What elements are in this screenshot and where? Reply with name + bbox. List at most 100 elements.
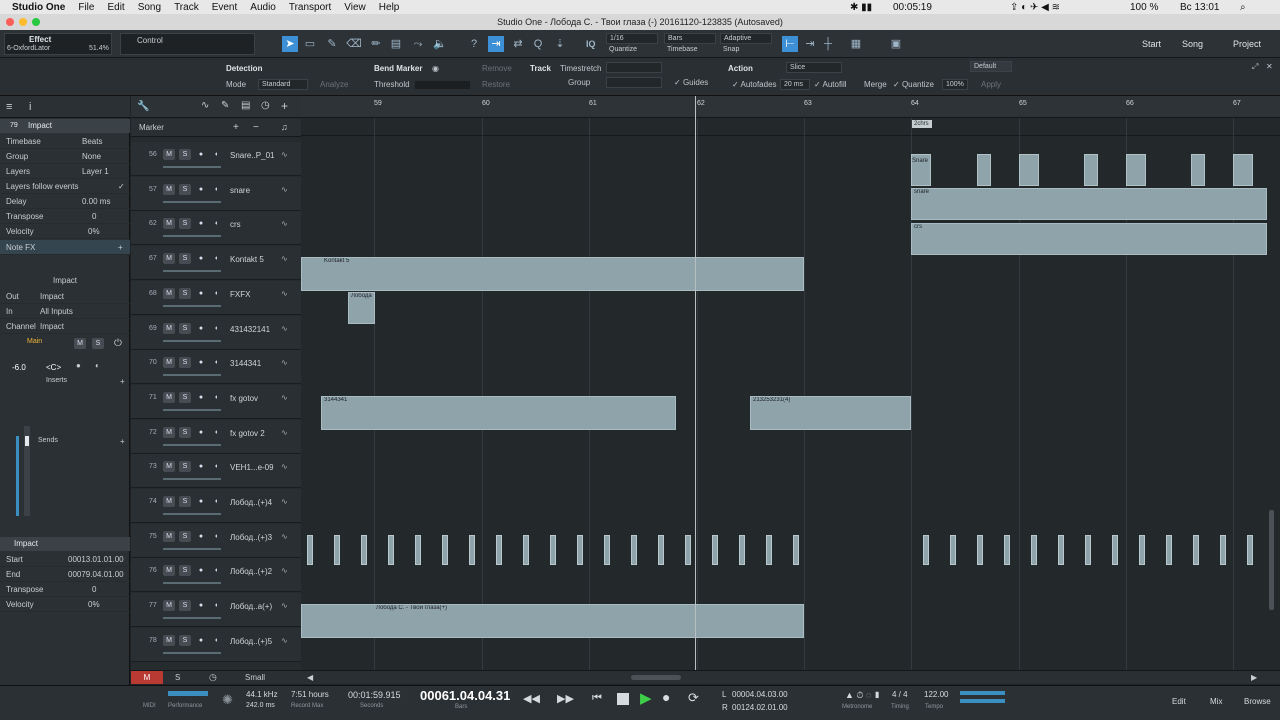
track-name[interactable]: Kontakt 5 bbox=[230, 255, 264, 264]
scroll-left-icon[interactable]: ◀ bbox=[307, 673, 313, 682]
quantize-checkbox[interactable]: ✓ Quantize bbox=[893, 80, 934, 89]
record-arm-icon[interactable]: ● bbox=[195, 253, 207, 264]
track-volume-fader[interactable] bbox=[163, 617, 221, 619]
mute-button[interactable]: M bbox=[163, 427, 175, 438]
range-tool-icon[interactable]: ▭ bbox=[302, 36, 318, 52]
marker-flag[interactable]: 2chrs bbox=[911, 120, 932, 128]
event-start[interactable]: Start 00013.01.01.00 bbox=[0, 552, 130, 567]
audio-hit[interactable] bbox=[604, 535, 610, 565]
prop-value[interactable]: 0 bbox=[92, 585, 96, 594]
marker-note-icon[interactable]: ♫ bbox=[281, 122, 288, 132]
audio-hit[interactable] bbox=[1139, 535, 1145, 565]
track-volume-fader[interactable] bbox=[163, 340, 221, 342]
mute-button[interactable]: M bbox=[163, 461, 175, 472]
fx-gotov-clip-2[interactable]: 213253231(4) bbox=[750, 396, 911, 430]
record-arm-icon[interactable]: ● bbox=[76, 361, 81, 370]
fx-gotov-clip[interactable]: 3144341 bbox=[321, 396, 676, 430]
note-fx-row[interactable]: Note FX + bbox=[0, 240, 130, 255]
prop-timebase[interactable]: Timebase Beats bbox=[0, 134, 130, 149]
monitor-icon[interactable]: ◐ bbox=[211, 565, 223, 576]
audio-hit[interactable] bbox=[307, 535, 313, 565]
zoom-window-button[interactable] bbox=[32, 18, 40, 26]
audio-hit[interactable] bbox=[766, 535, 772, 565]
mute-tool-icon[interactable]: ▤ bbox=[388, 36, 404, 52]
menu-song[interactable]: Song bbox=[138, 2, 161, 13]
track-volume-fader[interactable] bbox=[163, 513, 221, 515]
menu-edit[interactable]: Edit bbox=[107, 2, 124, 13]
solo-button[interactable]: S bbox=[179, 565, 191, 576]
prop-transpose[interactable]: Transpose 0 bbox=[0, 209, 130, 224]
scroll-right-icon[interactable]: ▶ bbox=[1251, 673, 1257, 682]
menu-help[interactable]: Help bbox=[379, 2, 400, 13]
paint-tool-icon[interactable]: ✏ bbox=[368, 36, 384, 52]
track-name[interactable]: Лобод..(+)4 bbox=[230, 498, 272, 507]
vocal-clip[interactable]: Лобода С. - Твои глаза(+) bbox=[301, 604, 804, 638]
mode-select[interactable]: Standard bbox=[258, 79, 308, 90]
track-name[interactable]: Лобод..(+)3 bbox=[230, 533, 272, 542]
add-track-icon[interactable]: + bbox=[281, 99, 288, 113]
add-insert-icon[interactable]: + bbox=[120, 377, 125, 386]
track-row[interactable]: 75 M S ● ◐ Лобод..(+)3 ∿ bbox=[131, 524, 301, 558]
audio-hit[interactable] bbox=[793, 535, 799, 565]
snare-event[interactable] bbox=[1084, 154, 1098, 186]
record-arm-icon[interactable]: ● bbox=[195, 600, 207, 611]
menu-audio[interactable]: Audio bbox=[250, 2, 276, 13]
snare-event[interactable] bbox=[977, 154, 991, 186]
audio-hit[interactable] bbox=[712, 535, 718, 565]
solo-button[interactable]: S bbox=[179, 288, 191, 299]
arrow-tool-icon[interactable]: ➤ bbox=[282, 36, 298, 52]
track-name[interactable]: 3144341 bbox=[230, 359, 261, 368]
audio-hit[interactable] bbox=[631, 535, 637, 565]
record-arm-icon[interactable]: ● bbox=[195, 323, 207, 334]
tempo-value[interactable]: 122.00 bbox=[924, 690, 948, 699]
track-name[interactable]: Лобод..(+)2 bbox=[230, 567, 272, 576]
horizontal-scrollbar[interactable] bbox=[631, 675, 681, 680]
record-arm-icon[interactable]: ● bbox=[195, 357, 207, 368]
mute-button[interactable]: M bbox=[163, 357, 175, 368]
edit-view-button[interactable]: Edit bbox=[1172, 697, 1186, 706]
solo-button[interactable]: S bbox=[179, 149, 191, 160]
track-row[interactable]: 67 M S ● ◐ Kontakt 5 ∿ bbox=[131, 246, 301, 280]
mute-button[interactable]: M bbox=[163, 323, 175, 334]
mute-button[interactable]: M bbox=[74, 338, 86, 349]
snap-select[interactable]: Adaptive bbox=[720, 33, 772, 44]
track-row[interactable]: 68 M S ● ◐ FXFX ∿ bbox=[131, 281, 301, 315]
track-height-select[interactable]: Small bbox=[245, 673, 265, 682]
edit-icon[interactable]: ✎ bbox=[221, 100, 229, 111]
prop-value[interactable]: Layer 1 bbox=[82, 167, 109, 176]
forward-icon[interactable]: ▶▶ bbox=[557, 692, 574, 705]
snare-event[interactable]: Snare bbox=[911, 154, 931, 186]
snare-event[interactable] bbox=[1191, 154, 1205, 186]
autofades-checkbox[interactable]: ✓ Autofades bbox=[732, 80, 777, 89]
audio-hit[interactable] bbox=[496, 535, 502, 565]
timeline-ruler[interactable]: 59 60 61 62 63 64 65 66 67 bbox=[301, 96, 1280, 118]
audio-hit[interactable] bbox=[388, 535, 394, 565]
monitor-icon[interactable]: ◐ bbox=[211, 288, 223, 299]
audio-hit[interactable] bbox=[977, 535, 983, 565]
solo-button[interactable]: S bbox=[179, 357, 191, 368]
monitor-icon[interactable]: ◐ bbox=[211, 635, 223, 646]
track-name[interactable]: Лобод..а(+) bbox=[230, 602, 272, 611]
solo-button[interactable]: S bbox=[179, 218, 191, 229]
record-arm-icon[interactable]: ● bbox=[195, 427, 207, 438]
listen-tool-icon[interactable]: 🔈 bbox=[432, 36, 448, 52]
start-page-button[interactable]: Start bbox=[1142, 39, 1161, 49]
track-row[interactable]: 74 M S ● ◐ Лобод..(+)4 ∿ bbox=[131, 489, 301, 523]
track-name[interactable]: 431432141 bbox=[230, 325, 270, 334]
menu-event[interactable]: Event bbox=[212, 2, 238, 13]
mix-view-button[interactable]: Mix bbox=[1210, 697, 1222, 706]
solo-button[interactable]: S bbox=[179, 184, 191, 195]
action-select[interactable]: Slice bbox=[786, 62, 842, 73]
record-button[interactable]: ● bbox=[662, 689, 670, 705]
track-name[interactable]: Лобод..(+)5 bbox=[230, 637, 272, 646]
browse-view-button[interactable]: Browse bbox=[1244, 697, 1271, 706]
split-tool-icon[interactable]: ✎ bbox=[324, 36, 340, 52]
prop-value[interactable]: 0% bbox=[88, 227, 100, 236]
prop-value[interactable]: 00013.01.01.00 bbox=[68, 555, 124, 564]
io-channel[interactable]: Channel Impact bbox=[0, 319, 130, 334]
track-volume-fader[interactable] bbox=[163, 548, 221, 550]
audio-hit[interactable] bbox=[1112, 535, 1118, 565]
mute-button[interactable]: M bbox=[163, 565, 175, 576]
audio-hit[interactable] bbox=[442, 535, 448, 565]
record-arm-icon[interactable]: ● bbox=[195, 149, 207, 160]
